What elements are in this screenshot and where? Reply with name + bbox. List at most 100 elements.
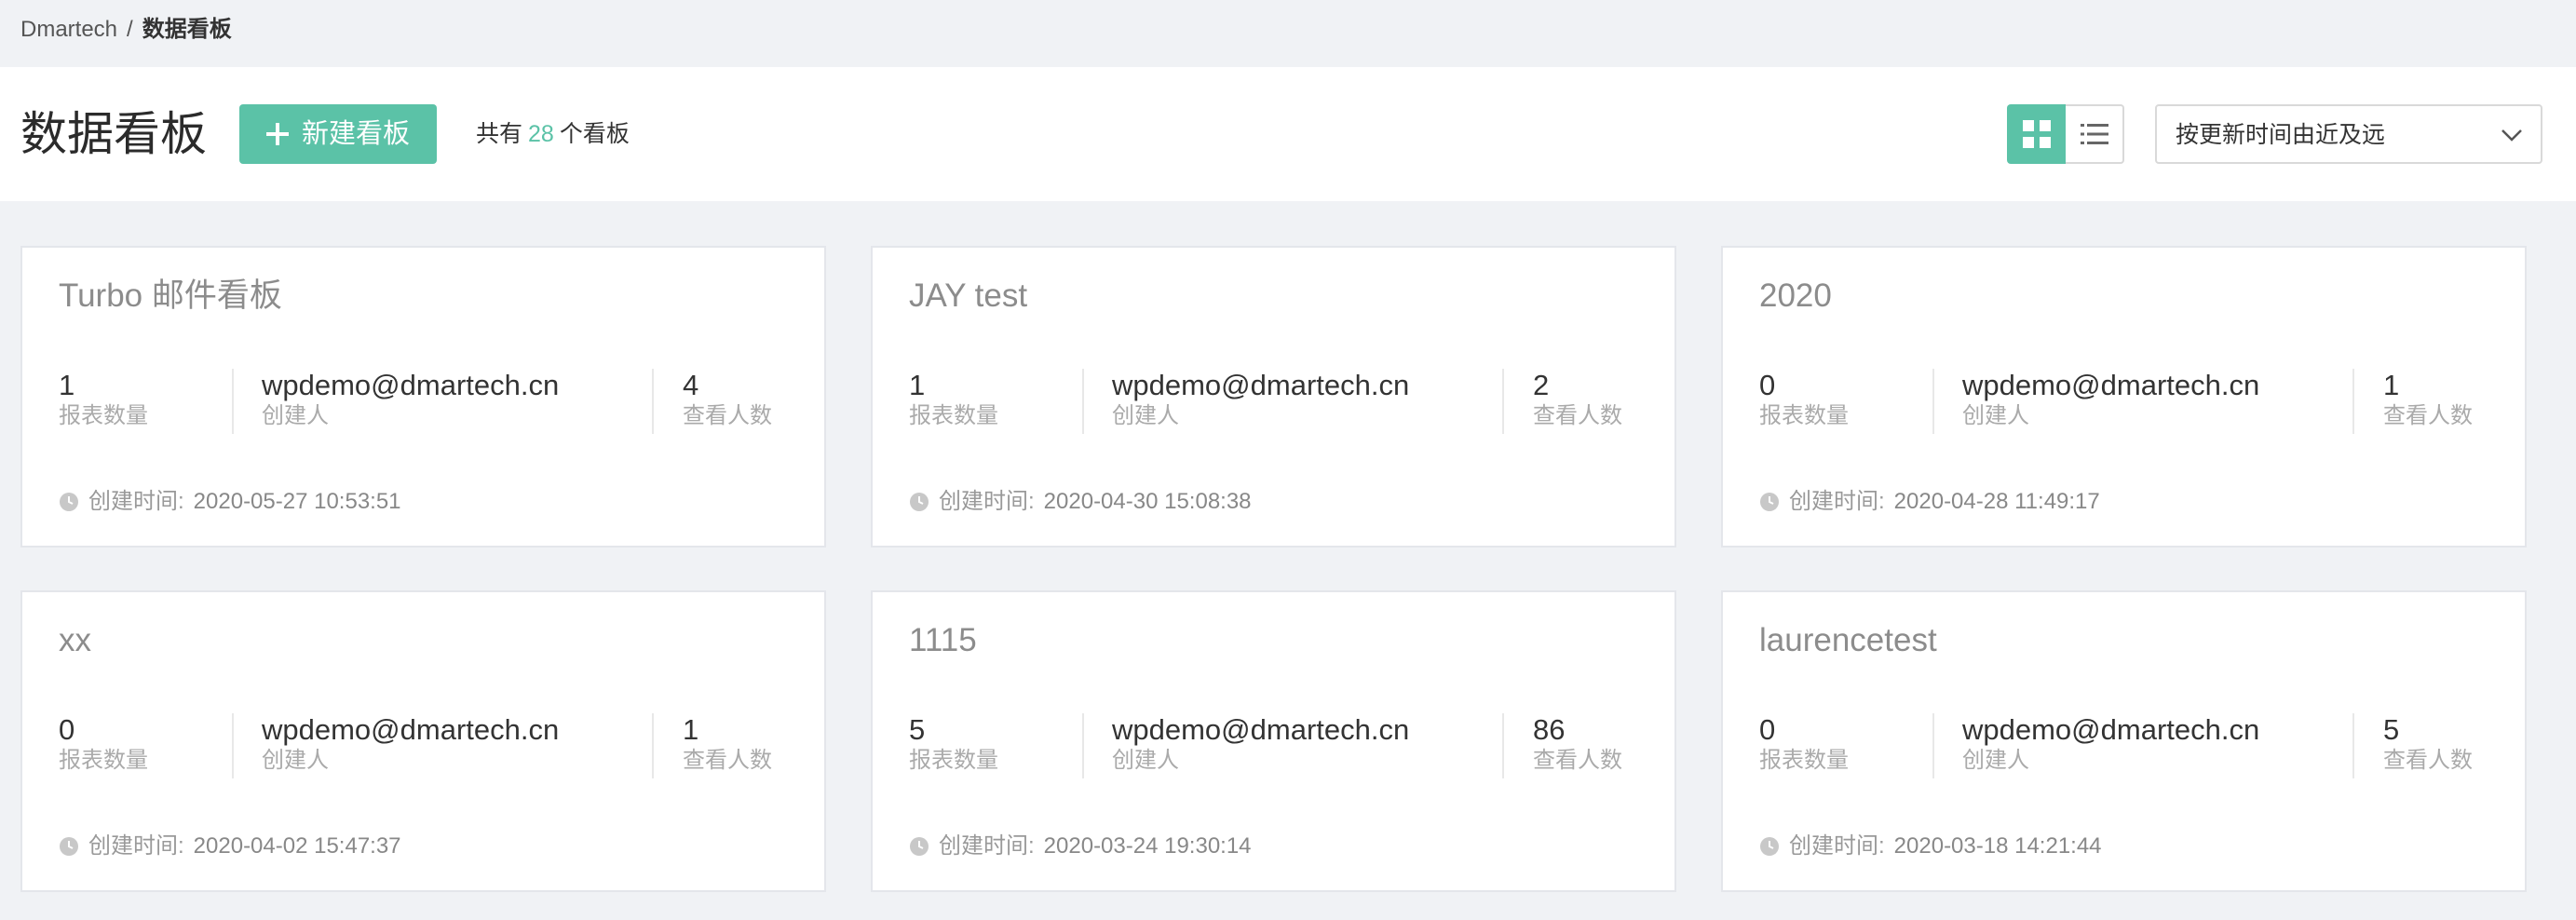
board-count-prefix: 共有 — [476, 121, 523, 147]
creator-stat: wpdemo@dmartech.cn 创建人 — [262, 369, 559, 430]
report-count-label: 报表数量 — [1759, 403, 1849, 428]
creator-stat: wpdemo@dmartech.cn 创建人 — [1112, 369, 1409, 430]
clock-icon — [1760, 837, 1779, 856]
grid-view-button[interactable] — [2007, 104, 2066, 164]
created-time-label: 创建时间: — [939, 833, 1035, 859]
list-view-button[interactable] — [2066, 104, 2124, 164]
creator-value: wpdemo@dmartech.cn — [1962, 369, 2260, 401]
breadcrumb-current: 数据看板 — [142, 17, 232, 42]
divider — [1082, 369, 1084, 434]
report-count-stat: 0 报表数量 — [59, 713, 148, 775]
viewers-label: 查看人数 — [2383, 748, 2473, 773]
creator-label: 创建人 — [262, 748, 329, 773]
report-count-value: 0 — [59, 713, 75, 746]
board-card[interactable]: xx 0 报表数量 wpdemo@dmartech.cn 创建人 1 查看人数 … — [20, 590, 826, 892]
creator-label: 创建人 — [1962, 748, 2029, 773]
report-count-value: 1 — [59, 369, 75, 401]
board-card[interactable]: 2020 0 报表数量 wpdemo@dmartech.cn 创建人 1 查看人… — [1721, 246, 2527, 548]
created-time-value: 2020-04-02 15:47:37 — [193, 833, 401, 859]
report-count-value: 5 — [909, 713, 926, 746]
clock-icon — [60, 493, 78, 511]
clock-icon — [60, 837, 78, 856]
chevron-down-icon — [2501, 129, 2522, 142]
report-count-label: 报表数量 — [909, 748, 998, 773]
viewers-label: 查看人数 — [683, 748, 772, 773]
report-count-label: 报表数量 — [1759, 748, 1849, 773]
sort-select[interactable]: 按更新时间由近及远 — [2155, 104, 2542, 164]
viewers-value: 1 — [683, 713, 699, 746]
created-time-label: 创建时间: — [88, 489, 184, 514]
divider — [1502, 713, 1504, 778]
viewers-label: 查看人数 — [683, 403, 772, 428]
created-time-label: 创建时间: — [1789, 489, 1885, 514]
report-count-label: 报表数量 — [909, 403, 998, 428]
grid-icon — [2022, 120, 2051, 148]
divider — [1932, 713, 1934, 778]
board-count-number: 28 — [528, 121, 554, 147]
report-count-label: 报表数量 — [59, 403, 148, 428]
breadcrumb-root[interactable]: Dmartech — [20, 17, 117, 42]
created-time-value: 2020-03-24 19:30:14 — [1043, 833, 1252, 859]
clock-icon — [910, 493, 929, 511]
board-card-title[interactable]: xx — [59, 620, 91, 661]
divider — [232, 713, 234, 778]
view-toggle — [2007, 104, 2124, 164]
breadcrumb-bar: Dmartech / 数据看板 — [0, 0, 2576, 67]
board-card-title[interactable]: laurencetest — [1759, 620, 1937, 661]
report-count-stat: 0 报表数量 — [1759, 369, 1849, 430]
report-count-value: 0 — [1759, 713, 1776, 746]
created-time-label: 创建时间: — [939, 489, 1035, 514]
board-card[interactable]: laurencetest 0 报表数量 wpdemo@dmartech.cn 创… — [1721, 590, 2527, 892]
report-count-label: 报表数量 — [59, 748, 148, 773]
creator-value: wpdemo@dmartech.cn — [1962, 713, 2260, 746]
creator-label: 创建人 — [1112, 748, 1179, 773]
list-icon — [2080, 124, 2108, 144]
board-count: 共有 28 个看板 — [476, 120, 630, 148]
divider — [2352, 369, 2354, 434]
clock-icon — [1760, 493, 1779, 511]
created-time-value: 2020-04-30 15:08:38 — [1043, 489, 1252, 514]
sort-select-value: 按更新时间由近及远 — [2176, 122, 2386, 148]
created-time: 创建时间: 2020-05-27 10:53:51 — [59, 488, 401, 516]
viewers-stat: 2 查看人数 — [1533, 369, 1622, 430]
plus-icon — [265, 123, 289, 145]
report-count-stat: 1 报表数量 — [59, 369, 148, 430]
viewers-value: 86 — [1533, 713, 1566, 746]
new-board-button-label: 新建看板 — [301, 119, 410, 149]
created-time-value: 2020-04-28 11:49:17 — [1893, 489, 2100, 514]
divider — [652, 369, 654, 434]
board-card[interactable]: JAY test 1 报表数量 wpdemo@dmartech.cn 创建人 2… — [871, 246, 1676, 548]
board-card[interactable]: 1115 5 报表数量 wpdemo@dmartech.cn 创建人 86 查看… — [871, 590, 1676, 892]
creator-stat: wpdemo@dmartech.cn 创建人 — [262, 713, 559, 775]
viewers-label: 查看人数 — [2383, 403, 2473, 428]
created-time-label: 创建时间: — [88, 833, 184, 859]
viewers-value: 1 — [2383, 369, 2400, 401]
board-card-title[interactable]: Turbo 邮件看板 — [59, 276, 282, 317]
clock-icon — [910, 837, 929, 856]
viewers-stat: 5 查看人数 — [2383, 713, 2473, 775]
creator-stat: wpdemo@dmartech.cn 创建人 — [1962, 713, 2259, 775]
viewers-stat: 1 查看人数 — [2383, 369, 2473, 430]
board-card-title[interactable]: 1115 — [909, 620, 977, 661]
board-card-title[interactable]: 2020 — [1759, 276, 1832, 317]
viewers-value: 2 — [1533, 369, 1550, 401]
report-count-stat: 1 报表数量 — [909, 369, 998, 430]
new-board-button[interactable]: 新建看板 — [239, 104, 437, 164]
creator-value: wpdemo@dmartech.cn — [262, 369, 560, 401]
viewers-stat: 86 查看人数 — [1533, 713, 1622, 775]
creator-stat: wpdemo@dmartech.cn 创建人 — [1112, 713, 1409, 775]
created-time: 创建时间: 2020-04-02 15:47:37 — [59, 832, 401, 860]
report-count-stat: 0 报表数量 — [1759, 713, 1849, 775]
creator-value: wpdemo@dmartech.cn — [1112, 369, 1410, 401]
breadcrumb-separator: / — [127, 17, 133, 42]
creator-label: 创建人 — [262, 403, 329, 428]
report-count-stat: 5 报表数量 — [909, 713, 998, 775]
board-card-title[interactable]: JAY test — [909, 276, 1027, 317]
viewers-value: 4 — [683, 369, 699, 401]
created-time: 创建时间: 2020-03-24 19:30:14 — [909, 832, 1252, 860]
viewers-label: 查看人数 — [1533, 748, 1622, 773]
breadcrumb: Dmartech / 数据看板 — [20, 16, 232, 44]
divider — [652, 713, 654, 778]
board-card[interactable]: Turbo 邮件看板 1 报表数量 wpdemo@dmartech.cn 创建人… — [20, 246, 826, 548]
created-time-value: 2020-03-18 14:21:44 — [1893, 833, 2102, 859]
